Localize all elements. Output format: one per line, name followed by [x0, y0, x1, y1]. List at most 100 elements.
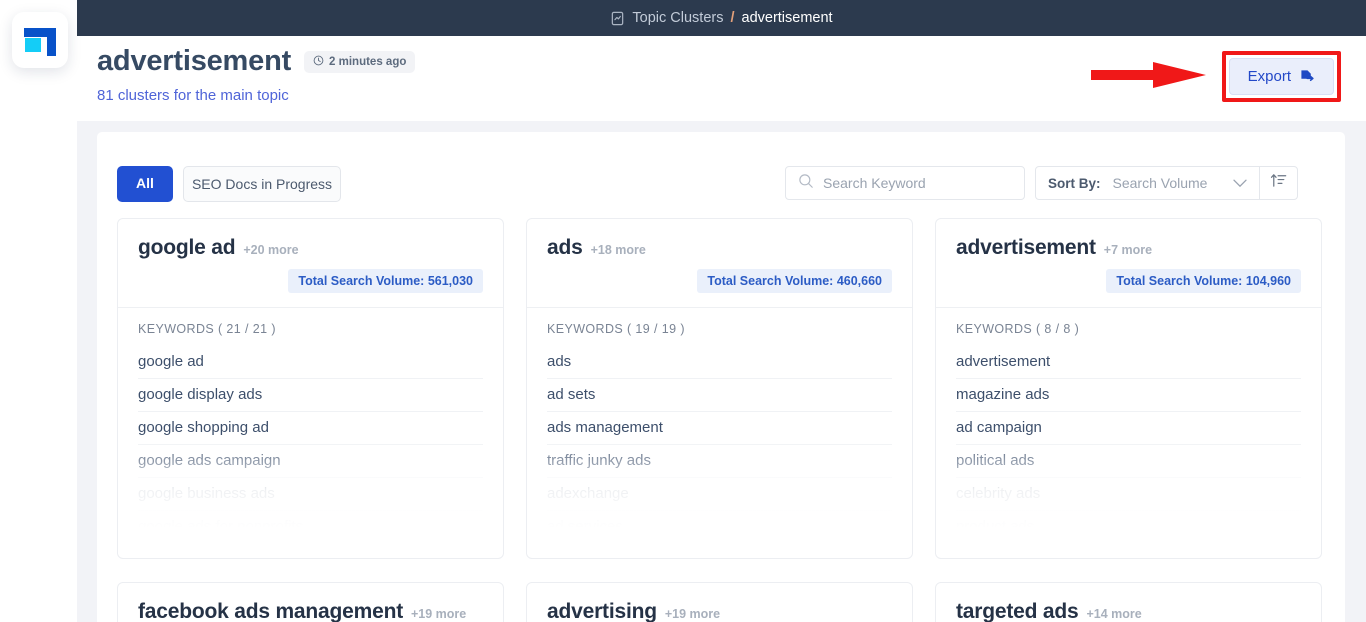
- breadcrumb-current: advertisement: [742, 10, 833, 26]
- list-item[interactable]: magazine ads: [956, 379, 1301, 412]
- sort-direction-button[interactable]: [1259, 167, 1297, 199]
- keywords-count: ( 8 / 8 ): [1036, 322, 1079, 336]
- keyword-list: advertisement magazine ads ad campaign p…: [956, 346, 1301, 544]
- export-button[interactable]: Export: [1229, 58, 1334, 95]
- timestamp-badge: 2 minutes ago: [304, 51, 415, 73]
- cluster-card-header: advertisement +7 more Total Search Volum…: [936, 219, 1321, 308]
- sort-ascending-icon: [1270, 172, 1287, 194]
- cluster-more-count: +7 more: [1104, 243, 1152, 257]
- panel-toolbar: All SEO Docs in Progress Sort By:: [97, 132, 1345, 222]
- keywords-label: KEYWORDS: [547, 322, 623, 336]
- list-item[interactable]: product ads: [956, 511, 1301, 544]
- cluster-card-header: ads +18 more Total Search Volume: 460,66…: [527, 219, 912, 308]
- topic-clusters-icon: [610, 11, 625, 26]
- cluster-card-body: KEYWORDS ( 19 / 19 ) ads ad sets ads man…: [527, 308, 912, 554]
- content-area: All SEO Docs in Progress Sort By:: [77, 121, 1366, 622]
- cluster-card-header: targeted ads +14 more Total Search Volum…: [936, 583, 1321, 622]
- list-item[interactable]: ads: [547, 346, 892, 379]
- keywords-header: KEYWORDS ( 19 / 19 ): [547, 322, 892, 336]
- search-input[interactable]: [823, 175, 1003, 191]
- top-bar: Topic Clusters / advertisement: [77, 0, 1366, 36]
- page-header: advertisement 2 minutes ago 81 clusters …: [77, 36, 1366, 121]
- list-item[interactable]: google business ads: [138, 478, 483, 511]
- left-rail: [0, 0, 77, 622]
- page-title: advertisement: [97, 45, 291, 78]
- list-item[interactable]: google display ads: [138, 379, 483, 412]
- tab-seo-docs-in-progress[interactable]: SEO Docs in Progress: [183, 166, 341, 202]
- cluster-card-body: KEYWORDS ( 21 / 21 ) google ad google di…: [118, 308, 503, 554]
- list-item[interactable]: political ads: [956, 445, 1301, 478]
- list-item[interactable]: ad services: [547, 511, 892, 544]
- list-item[interactable]: google ads for nonprofits: [138, 511, 483, 544]
- cluster-card[interactable]: advertisement +7 more Total Search Volum…: [935, 218, 1322, 559]
- sort-control: Sort By: Search Volume: [1035, 166, 1298, 200]
- logo-mark-icon: [24, 24, 56, 56]
- list-item[interactable]: ad sets: [547, 379, 892, 412]
- sort-select[interactable]: Sort By: Search Volume: [1036, 167, 1259, 199]
- keywords-count: ( 21 / 21 ): [218, 322, 276, 336]
- list-item[interactable]: google ads campaign: [138, 445, 483, 478]
- cluster-card[interactable]: targeted ads +14 more Total Search Volum…: [935, 582, 1322, 622]
- keywords-label: KEYWORDS: [956, 322, 1032, 336]
- cluster-card[interactable]: advertising +19 more Total Search Volume…: [526, 582, 913, 622]
- cluster-more-count: +19 more: [665, 607, 720, 621]
- total-search-volume-badge: Total Search Volume: 104,960: [1106, 269, 1301, 293]
- cluster-card[interactable]: facebook ads management +19 more Total S…: [117, 582, 504, 622]
- total-search-volume-badge: Total Search Volume: 561,030: [288, 269, 483, 293]
- cluster-card[interactable]: google ad +20 more Total Search Volume: …: [117, 218, 504, 559]
- page-title-row: advertisement 2 minutes ago: [97, 45, 415, 78]
- list-item[interactable]: adexchange: [547, 478, 892, 511]
- clusters-panel: All SEO Docs in Progress Sort By:: [97, 132, 1345, 622]
- list-item[interactable]: ads management: [547, 412, 892, 445]
- keywords-header: KEYWORDS ( 21 / 21 ): [138, 322, 483, 336]
- cluster-more-count: +20 more: [243, 243, 298, 257]
- cluster-card-header: advertising +19 more Total Search Volume…: [527, 583, 912, 622]
- timestamp-text: 2 minutes ago: [329, 56, 406, 68]
- breadcrumb: Topic Clusters / advertisement: [610, 10, 832, 26]
- search-box[interactable]: [785, 166, 1025, 200]
- keywords-count: ( 19 / 19 ): [627, 322, 685, 336]
- search-icon: [798, 173, 814, 194]
- list-item[interactable]: ad campaign: [956, 412, 1301, 445]
- cluster-title: ads: [547, 236, 583, 260]
- sort-label: Sort By:: [1048, 176, 1101, 191]
- cluster-more-count: +14 more: [1086, 607, 1141, 621]
- page-subtitle: 81 clusters for the main topic: [97, 87, 289, 104]
- cluster-grid: google ad +20 more Total Search Volume: …: [117, 218, 1327, 622]
- keyword-list: ads ad sets ads management traffic junky…: [547, 346, 892, 544]
- export-area: Export: [1222, 51, 1341, 102]
- cluster-title: advertising: [547, 600, 657, 622]
- keywords-label: KEYWORDS: [138, 322, 214, 336]
- sort-value: Search Volume: [1113, 175, 1208, 191]
- app-logo[interactable]: [12, 12, 68, 68]
- cluster-title: facebook ads management: [138, 600, 403, 622]
- list-item[interactable]: google ad: [138, 346, 483, 379]
- tab-all[interactable]: All: [117, 166, 173, 202]
- annotation-arrow: [1091, 62, 1206, 88]
- keyword-list: google ad google display ads google shop…: [138, 346, 483, 544]
- cluster-more-count: +18 more: [591, 243, 646, 257]
- list-item[interactable]: google shopping ad: [138, 412, 483, 445]
- list-item[interactable]: advertisement: [956, 346, 1301, 379]
- list-item[interactable]: celebrity ads: [956, 478, 1301, 511]
- app-root: Topic Clusters / advertisement advertise…: [0, 0, 1366, 622]
- cluster-title: advertisement: [956, 236, 1096, 260]
- cluster-title: targeted ads: [956, 600, 1078, 622]
- chevron-down-icon: [1219, 179, 1247, 188]
- breadcrumb-parent[interactable]: Topic Clusters: [632, 10, 723, 26]
- list-item[interactable]: traffic junky ads: [547, 445, 892, 478]
- cluster-card-header: google ad +20 more Total Search Volume: …: [118, 219, 503, 308]
- annotation-box: Export: [1222, 51, 1341, 102]
- export-file-icon: [1299, 69, 1315, 85]
- export-button-label: Export: [1248, 68, 1291, 85]
- cluster-card-body: KEYWORDS ( 8 / 8 ) advertisement magazin…: [936, 308, 1321, 554]
- total-search-volume-badge: Total Search Volume: 460,660: [697, 269, 892, 293]
- cluster-card[interactable]: ads +18 more Total Search Volume: 460,66…: [526, 218, 913, 559]
- cluster-more-count: +19 more: [411, 607, 466, 621]
- keywords-header: KEYWORDS ( 8 / 8 ): [956, 322, 1301, 336]
- clock-icon: [313, 55, 324, 69]
- filter-tabs: All SEO Docs in Progress: [117, 166, 341, 202]
- breadcrumb-separator: /: [730, 10, 734, 26]
- cluster-card-header: facebook ads management +19 more Total S…: [118, 583, 503, 622]
- cluster-title: google ad: [138, 236, 235, 260]
